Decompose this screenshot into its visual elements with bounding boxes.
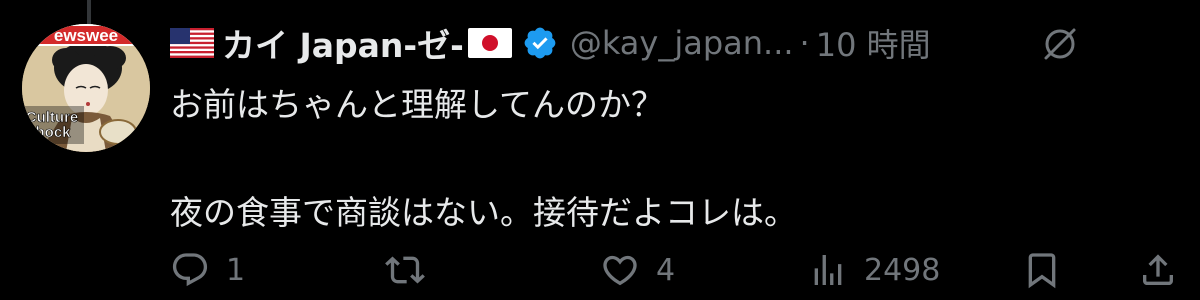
reply-icon bbox=[172, 253, 208, 287]
reply-count: 1 bbox=[226, 252, 246, 288]
japan-flag-icon bbox=[467, 28, 512, 58]
avatar-badge-line2: Shock bbox=[25, 124, 71, 141]
bookmark-button[interactable] bbox=[1022, 250, 1062, 290]
reply-button[interactable]: 1 bbox=[170, 250, 245, 290]
us-flag-icon bbox=[170, 28, 214, 58]
tweet-timestamp[interactable]: 10 時間 bbox=[816, 20, 931, 66]
grok-icon[interactable] bbox=[1040, 24, 1080, 64]
like-count: 4 bbox=[656, 252, 676, 288]
share-button[interactable] bbox=[1138, 250, 1178, 290]
views-button[interactable]: 2498 bbox=[808, 250, 940, 290]
display-name[interactable]: カイ Japan-ゼ- bbox=[222, 19, 464, 67]
avatar[interactable]: ewswee Culture Shock bbox=[22, 24, 150, 152]
thread-connector-line bbox=[87, 0, 91, 24]
bookmark-icon bbox=[1028, 253, 1056, 289]
heart-icon bbox=[603, 255, 637, 286]
retweet-icon bbox=[385, 256, 425, 284]
tweet-text-line-1: お前はちゃんと理解してんのか？ bbox=[170, 85, 665, 124]
tweet-header: カイ Japan-ゼ- @kay_japan... · 10 時間 bbox=[170, 20, 1180, 66]
verified-badge-icon[interactable] bbox=[522, 25, 558, 61]
tweet-text-line-2 bbox=[170, 132, 1150, 186]
share-icon bbox=[1143, 254, 1173, 285]
tweet-body: お前はちゃんと理解してんのか？ 夜の食事で商談はない。接待だよコレは。 bbox=[170, 78, 1150, 240]
avatar-image: ewswee Culture Shock bbox=[22, 24, 150, 152]
like-button[interactable]: 4 bbox=[600, 250, 675, 290]
avatar-masthead-text: ewswee bbox=[54, 26, 118, 45]
tweet-action-bar: 1 4 2498 bbox=[0, 250, 1200, 300]
views-icon bbox=[814, 255, 842, 285]
header-separator: · bbox=[799, 24, 810, 62]
user-handle[interactable]: @kay_japan... bbox=[570, 24, 794, 62]
retweet-button[interactable] bbox=[385, 250, 441, 290]
views-count: 2498 bbox=[864, 252, 941, 288]
tweet-text-line-3: 夜の食事で商談はない。接待だよコレは。 bbox=[170, 193, 797, 232]
